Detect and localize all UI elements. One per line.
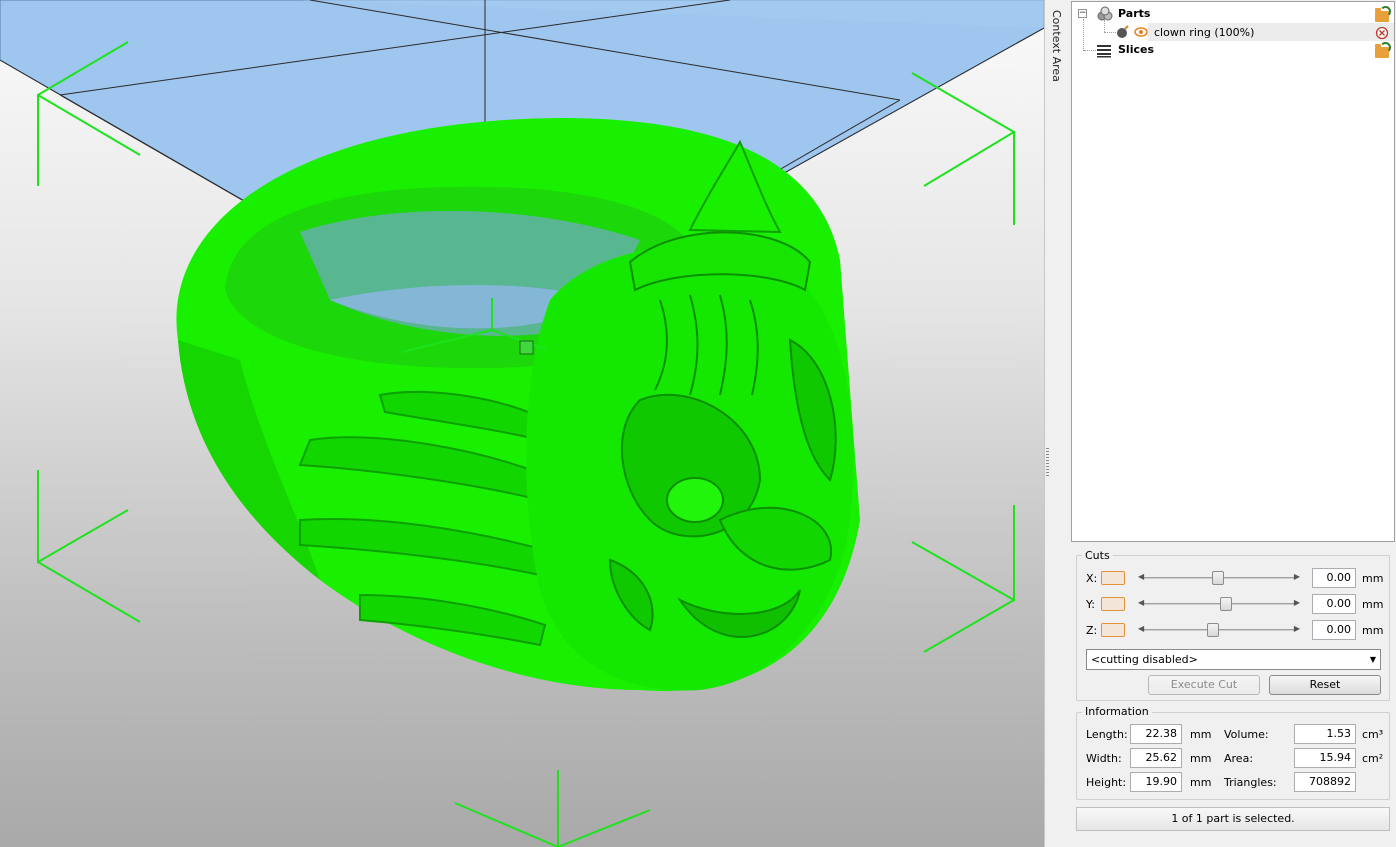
triangles-label: Triangles: xyxy=(1224,776,1277,789)
tree-line xyxy=(1083,19,1084,51)
chevron-down-icon: ▼ xyxy=(1369,655,1376,664)
reset-button[interactable]: Reset xyxy=(1269,675,1381,695)
volume-value: 1.53 xyxy=(1294,724,1356,744)
width-label: Width: xyxy=(1086,752,1122,765)
height-label: Height: xyxy=(1086,776,1127,789)
area-label: Area: xyxy=(1224,752,1254,765)
parts-collapse-toggle[interactable]: − xyxy=(1078,9,1087,18)
width-value: 25.62 xyxy=(1130,748,1182,768)
volume-label: Volume: xyxy=(1224,728,1269,741)
3d-viewport[interactable] xyxy=(0,0,1044,847)
scene-canvas xyxy=(0,0,1044,847)
width-unit: mm xyxy=(1190,752,1212,765)
cut-y-field[interactable]: 0.00 xyxy=(1312,594,1356,614)
layers-icon xyxy=(1097,45,1111,58)
volume-unit: cm³ xyxy=(1362,728,1384,741)
cut-mode-value: <cutting disabled> xyxy=(1091,653,1198,666)
cut-x-slider-thumb[interactable] xyxy=(1211,571,1224,585)
area-unit: cm² xyxy=(1362,752,1384,765)
tree-line xyxy=(1104,32,1116,33)
execute-cut-button[interactable]: Execute Cut xyxy=(1148,675,1260,695)
cut-y-label: Y: xyxy=(1086,598,1095,611)
cut-y-slider-thumb[interactable] xyxy=(1219,597,1232,611)
tree-line xyxy=(1084,50,1096,51)
cut-z-unit: mm xyxy=(1362,624,1384,637)
spheres-icon xyxy=(1097,6,1113,21)
cut-x-label: X: xyxy=(1086,572,1098,585)
length-unit: mm xyxy=(1190,728,1212,741)
cut-y-unit: mm xyxy=(1362,598,1384,611)
cut-z-field[interactable]: 0.00 xyxy=(1312,620,1356,640)
cut-y-toggle[interactable] xyxy=(1101,597,1125,611)
cut-z-slider[interactable]: ◀ ▶ xyxy=(1134,623,1304,637)
length-value: 22.38 xyxy=(1130,724,1182,744)
cut-x-field[interactable]: 0.00 xyxy=(1312,568,1356,588)
cut-y-slider[interactable]: ◀ ▶ xyxy=(1134,597,1304,611)
bomb-icon xyxy=(1117,25,1129,38)
load-parts-icon[interactable] xyxy=(1375,6,1391,22)
cut-x-unit: mm xyxy=(1362,572,1384,585)
close-circle-icon[interactable] xyxy=(1375,26,1389,40)
part-item-label: clown ring (100%) xyxy=(1154,26,1255,39)
height-unit: mm xyxy=(1190,776,1212,789)
selection-status: 1 of 1 part is selected. xyxy=(1076,807,1390,831)
triangles-value: 708892 xyxy=(1294,772,1356,792)
load-slices-icon[interactable] xyxy=(1375,42,1391,58)
length-label: Length: xyxy=(1086,728,1128,741)
context-area-label: Context Area xyxy=(1050,10,1063,82)
height-value: 19.90 xyxy=(1130,772,1182,792)
context-area-tab[interactable]: Context Area xyxy=(1044,0,1070,847)
cuts-title: Cuts xyxy=(1082,549,1113,562)
area-value: 15.94 xyxy=(1294,748,1356,768)
cut-mode-select[interactable]: <cutting disabled> ▼ xyxy=(1086,649,1381,670)
ring-model[interactable] xyxy=(176,118,860,692)
cut-z-slider-thumb[interactable] xyxy=(1207,623,1220,637)
part-item-clown-ring[interactable]: clown ring (100%) xyxy=(1116,24,1386,42)
information-title: Information xyxy=(1082,705,1152,718)
cut-x-slider[interactable]: ◀ ▶ xyxy=(1134,571,1304,585)
parts-tree[interactable] xyxy=(1071,1,1395,542)
splitter-grip[interactable] xyxy=(1046,448,1049,476)
cut-x-toggle[interactable] xyxy=(1101,571,1125,585)
slices-label: Slices xyxy=(1118,43,1154,56)
parts-label: Parts xyxy=(1118,7,1151,20)
eye-icon[interactable] xyxy=(1134,25,1148,39)
cut-z-toggle[interactable] xyxy=(1101,623,1125,637)
cut-z-label: Z: xyxy=(1086,624,1098,637)
